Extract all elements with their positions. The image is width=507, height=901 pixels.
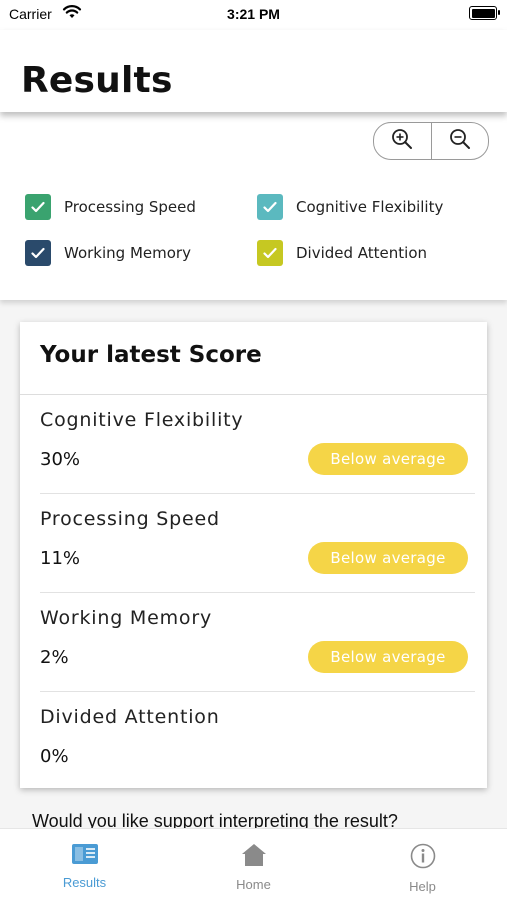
page-header: Results <box>0 30 507 112</box>
score-value: 11% <box>40 548 81 569</box>
score-row: Divided Attention 0% <box>40 692 475 791</box>
latest-score-card: Your latest Score Cognitive Flexibility … <box>20 322 487 788</box>
book-icon <box>71 843 99 869</box>
status-badge: Below average <box>308 443 468 475</box>
tab-label: Home <box>236 877 271 892</box>
page-title: Results <box>21 60 173 101</box>
tab-label: Results <box>62 875 107 890</box>
score-row: Working Memory 2% Below average <box>40 593 475 692</box>
zoom-out-icon <box>449 128 471 154</box>
checkbox-checked-icon[interactable] <box>257 240 283 266</box>
checkbox-checked-icon[interactable] <box>25 194 51 220</box>
score-row: Processing Speed 11% Below average <box>40 494 475 593</box>
chart-filter-panel: Processing Speed Cognitive Flexibility W… <box>0 112 507 300</box>
zoom-in-button[interactable] <box>374 123 431 159</box>
tab-home[interactable]: Home <box>169 829 338 901</box>
score-name: Divided Attention <box>40 706 220 728</box>
score-name: Cognitive Flexibility <box>40 409 244 431</box>
status-badge: Below average <box>308 641 468 673</box>
zoom-out-button[interactable] <box>430 123 489 159</box>
status-bar: Carrier 3:21 PM <box>0 0 507 30</box>
checkbox-checked-icon[interactable] <box>25 240 51 266</box>
legend-item-working-memory[interactable]: Working Memory <box>25 240 191 266</box>
legend-item-divided-attention[interactable]: Divided Attention <box>257 240 427 266</box>
score-row: Cognitive Flexibility 30% Below average <box>40 395 475 494</box>
score-value: 0% <box>40 746 69 767</box>
zoom-control <box>373 122 489 160</box>
score-value: 30% <box>40 449 81 470</box>
legend-label: Processing Speed <box>64 198 196 216</box>
tab-results[interactable]: Results <box>0 829 169 901</box>
battery-icon <box>469 6 500 20</box>
legend-item-cognitive-flexibility[interactable]: Cognitive Flexibility <box>257 194 443 220</box>
bottom-tab-bar: Results Home Help <box>0 828 507 901</box>
score-value: 2% <box>40 647 69 668</box>
home-icon <box>241 843 267 871</box>
score-card-title: Your latest Score <box>40 342 262 368</box>
tab-label: Help <box>409 879 436 894</box>
legend-label: Working Memory <box>64 244 191 262</box>
legend-label: Divided Attention <box>296 244 428 262</box>
zoom-in-icon <box>391 128 413 154</box>
checkbox-checked-icon[interactable] <box>257 194 283 220</box>
score-name: Processing Speed <box>40 508 220 530</box>
info-icon <box>410 843 436 873</box>
legend-item-processing-speed[interactable]: Processing Speed <box>25 194 196 220</box>
tab-help[interactable]: Help <box>338 829 507 901</box>
score-name: Working Memory <box>40 607 213 629</box>
legend-label: Cognitive Flexibility <box>296 198 444 216</box>
status-time: 3:21 PM <box>227 6 280 22</box>
status-badge: Below average <box>308 542 468 574</box>
